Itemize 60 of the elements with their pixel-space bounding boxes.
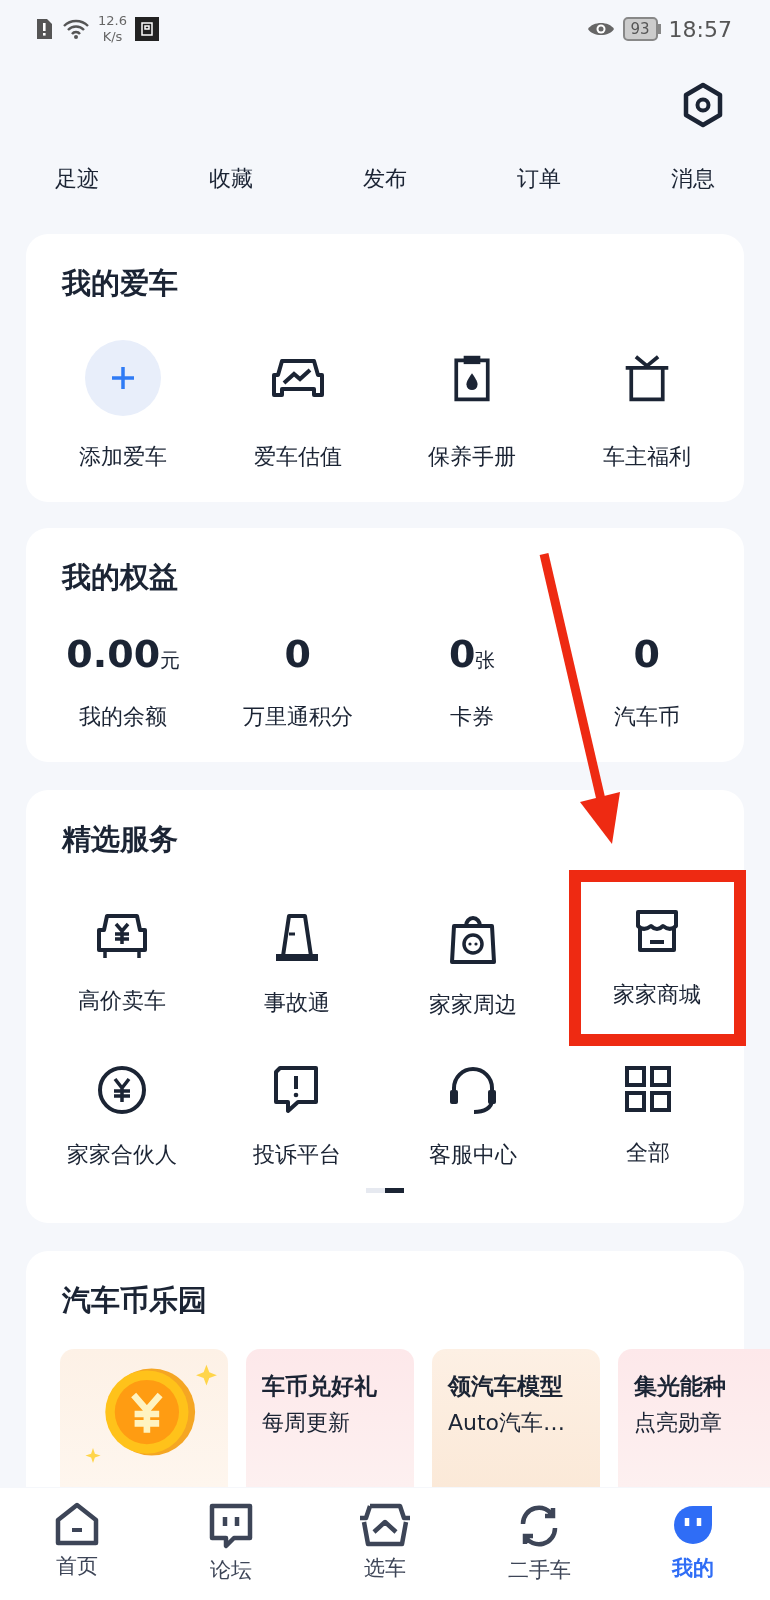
section-title: 我的权益 [60,559,179,596]
quick-link[interactable]: 收藏 [171,164,291,234]
benefit-value: 0.00 [66,632,161,676]
promo-subtitle: 每周更新 [262,1409,351,1437]
chat-bubble-icon [208,1502,254,1550]
eye-icon [586,20,615,38]
benefit-unit: 元 [160,647,181,674]
benefit-value: 0 [284,632,311,676]
service-label[interactable]: 全部 [626,1138,671,1168]
car-feature-label: 车主福利 [602,443,691,471]
app-notification-icon [134,17,159,41]
promo-title: 集光能种 [634,1372,727,1401]
quick-link[interactable]: 消息 [633,164,753,234]
quick-link[interactable]: 订单 [479,164,599,234]
home-icon [54,1502,100,1546]
tab-item[interactable]: 首页 [22,1502,132,1580]
section-title: 我的爱车 [60,265,179,302]
promo-title: 车币兑好礼 [262,1372,378,1401]
service-label[interactable]: 家家合伙人 [66,1140,177,1170]
section-title: 精选服务 [60,821,179,858]
promo-card[interactable]: 集光能种 点亮勋章 [618,1349,770,1487]
grid-icon[interactable] [623,1064,674,1114]
alert-icon [34,17,54,41]
speed-unit: K/s [102,29,123,45]
car-feature-label: 添加爱车 [79,443,168,471]
section-title: 汽车币乐园 [61,1282,208,1319]
service-label[interactable]: 投诉平台 [253,1140,342,1170]
benefit-label: 万里通积分 [242,703,353,731]
promo-subtitle: Auto汽车… [448,1409,567,1437]
service-label[interactable]: 客服中心 [428,1140,517,1170]
benefit-label: 我的余额 [79,703,168,731]
service-label[interactable]: 事故通 [264,988,331,1018]
car-icon [358,1502,412,1548]
service-label[interactable]: 家家商城 [613,980,702,1010]
network-speed: 12.6 [98,13,127,29]
quick-link[interactable]: 足迹 [17,164,137,234]
benefit-value: 0 [449,632,476,676]
clock-time: 18:57 [668,16,732,42]
benefit-label: 汽车币 [613,703,680,731]
quick-link[interactable]: 发布 [325,164,445,234]
plus-icon [110,365,137,391]
tab-item[interactable]: 我的 [638,1502,748,1582]
wifi-icon [62,18,90,40]
settings-icon[interactable] [682,82,724,128]
battery-indicator: 93 [622,17,658,41]
benefit-label: 卡券 [450,703,495,731]
tab-item[interactable]: 选车 [330,1502,440,1582]
yen-coin-icon[interactable] [95,1064,148,1116]
benefit-value: 0 [633,632,660,676]
service-label[interactable]: 高价卖车 [77,986,166,1016]
promo-card[interactable]: 领汽车模型 Auto汽车… [432,1349,600,1487]
promo-subtitle: 点亮勋章 [634,1409,723,1437]
tab-item[interactable]: 二手车 [484,1502,594,1584]
benefit-unit: 张 [475,648,496,674]
car-feature-label: 爱车估值 [253,443,342,471]
car-feature-label: 保养手册 [428,443,517,471]
promo-title: 领汽车模型 [448,1372,564,1401]
promo-card[interactable]: 车币兑好礼 每周更新 [246,1349,414,1487]
service-label[interactable]: 家家周边 [428,990,517,1020]
tab-item[interactable]: 论坛 [176,1502,286,1584]
